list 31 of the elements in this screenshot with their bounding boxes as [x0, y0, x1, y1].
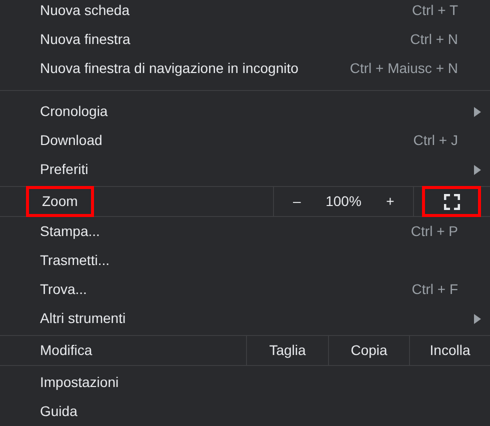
menu-item[interactable]: Altri strumenti — [0, 304, 490, 333]
shortcut-text: Ctrl + Maiusc + N — [350, 59, 458, 78]
shortcut-text: Ctrl + N — [410, 30, 458, 49]
submenu-arrow-icon — [474, 164, 481, 174]
menu-item[interactable]: Impostazioni — [0, 368, 490, 397]
edit-action-button[interactable]: Copia — [328, 336, 409, 365]
edit-action-button[interactable]: Taglia — [246, 336, 328, 365]
zoom-value: 100% — [324, 192, 362, 211]
submenu-arrow-icon — [474, 106, 481, 116]
menu-item[interactable]: Nuova finestra di navigazione in incognito Ctrl + Maiusc + N — [0, 54, 490, 83]
shortcut-text: Ctrl + P — [410, 222, 458, 241]
menu-item[interactable]: Stampa... Ctrl + P — [0, 217, 490, 246]
fullscreen-button[interactable] — [422, 186, 481, 217]
edit-action-button[interactable]: Incolla — [409, 336, 490, 365]
menu-item[interactable]: Nuova finestra Ctrl + N — [0, 25, 490, 54]
submenu-arrow-icon — [474, 314, 481, 324]
menu-item[interactable]: Preferiti — [0, 155, 490, 184]
shortcut-text: Ctrl + J — [413, 131, 458, 150]
menu-item[interactable]: Guida — [0, 397, 490, 426]
menu-item[interactable]: Trova... Ctrl + F — [0, 275, 490, 304]
menu-item[interactable]: Trasmetti... — [0, 246, 490, 275]
zoom-in-button[interactable]: + — [367, 191, 413, 212]
shortcut-text: Ctrl + F — [412, 280, 458, 299]
zoom-out-button[interactable]: – — [274, 191, 320, 212]
edit-label: Modifica — [40, 341, 92, 360]
zoom-label: Zoom — [26, 186, 94, 217]
shortcut-text: Ctrl + T — [412, 1, 458, 20]
menu-item[interactable]: Cronologia — [0, 97, 490, 126]
menu-item[interactable]: Download Ctrl + J — [0, 126, 490, 155]
fullscreen-icon — [444, 194, 460, 210]
menu-item[interactable]: Nuova scheda Ctrl + T — [0, 0, 490, 25]
